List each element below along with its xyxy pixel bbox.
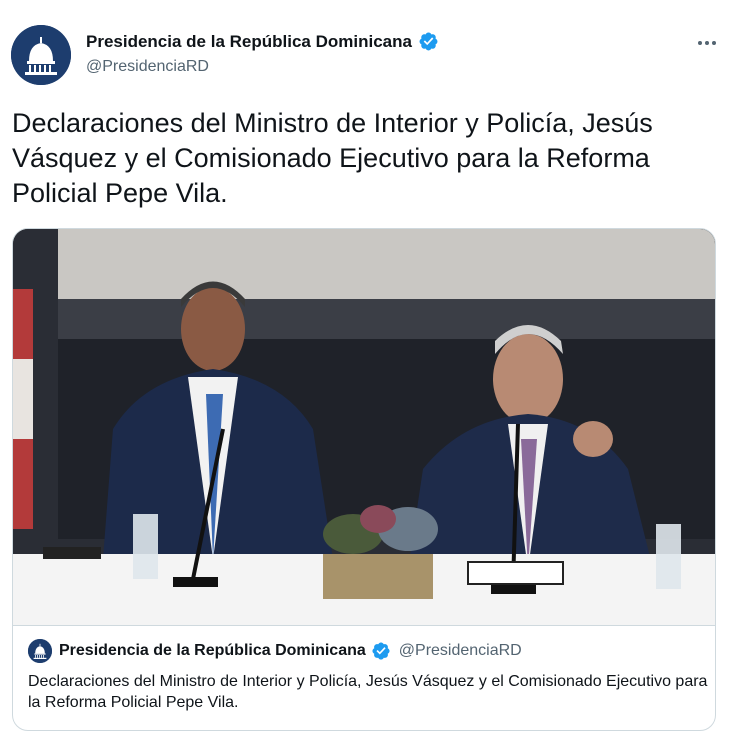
quoted-author-row[interactable]: Presidencia de la República Dominicana @…: [59, 641, 522, 661]
quoted-author-handle[interactable]: @PresidenciaRD: [399, 642, 522, 660]
media-image[interactable]: [13, 229, 715, 625]
more-dot-icon: [705, 41, 709, 45]
quoted-tweet-card[interactable]: Presidencia de la República Dominicana @…: [12, 228, 716, 731]
author-avatar[interactable]: [11, 25, 71, 85]
tweet-text: Declaraciones del Ministro de Interior y…: [12, 108, 653, 208]
more-dot-icon: [698, 41, 702, 45]
quoted-author-avatar[interactable]: [28, 639, 52, 663]
more-options-button[interactable]: [690, 28, 724, 58]
more-dot-icon: [712, 41, 716, 45]
press-conference-photo: [13, 229, 715, 625]
quoted-tweet-text: Declaraciones del Ministro de Interior y…: [28, 673, 708, 711]
author-name[interactable]: Presidencia de la República Dominicana: [86, 32, 412, 52]
author-handle[interactable]: @PresidenciaRD: [86, 58, 209, 76]
quoted-author-name[interactable]: Presidencia de la República Dominicana: [59, 642, 366, 660]
capitol-dome-icon: [28, 639, 52, 663]
author-name-row[interactable]: Presidencia de la República Dominicana: [86, 31, 439, 52]
tweet: Presidencia de la República Dominicana @…: [0, 0, 741, 733]
verified-badge-icon: [371, 641, 391, 661]
capitol-dome-icon: [11, 25, 71, 85]
verified-badge-icon: [418, 31, 439, 52]
quoted-tweet-footer[interactable]: Presidencia de la República Dominicana @…: [13, 625, 715, 730]
